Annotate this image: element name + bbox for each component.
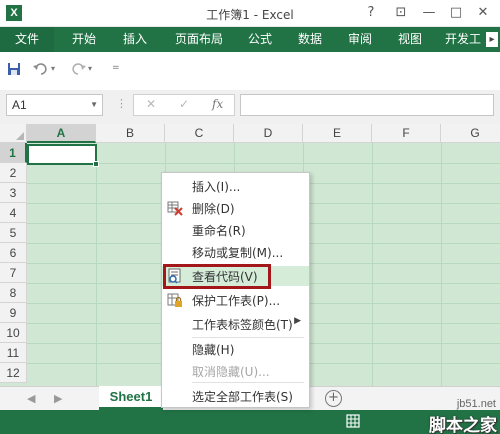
- name-box-dropdown-icon[interactable]: ▼: [90, 95, 98, 115]
- row-header-10[interactable]: 10: [0, 323, 27, 343]
- formula-input[interactable]: [240, 94, 494, 116]
- tab-data[interactable]: 数据: [288, 27, 332, 52]
- row-header-8[interactable]: 8: [0, 283, 27, 303]
- annotation-highlight-box: [163, 264, 271, 289]
- row-header-9[interactable]: 9: [0, 303, 27, 323]
- row-header-11[interactable]: 11: [0, 343, 27, 363]
- menu-item-label: 工作表标签颜色(T): [192, 318, 293, 332]
- menu-item-insert[interactable]: 插入(I)...: [162, 176, 309, 196]
- row-header-2[interactable]: 2: [0, 163, 27, 183]
- menu-item-label: 取消隐藏(U)...: [192, 365, 270, 379]
- gridline: [441, 143, 442, 386]
- minimize-button[interactable]: —: [416, 4, 442, 22]
- ribbon-display-options-button[interactable]: ⊡: [388, 4, 414, 22]
- watermark-name: 脚本之家: [429, 416, 497, 434]
- gridline: [96, 143, 97, 386]
- formula-bar: A1 ▼ ⋮ ✕ ✓ fx: [0, 90, 500, 124]
- watermark: jb51.net 脚本之家: [400, 398, 500, 434]
- tab-page-layout[interactable]: 页面布局: [166, 27, 232, 52]
- menu-item-hide[interactable]: 隐藏(H): [162, 339, 309, 359]
- row-header-3[interactable]: 3: [0, 183, 27, 203]
- menu-item-label: 插入(I)...: [192, 180, 241, 194]
- formula-bar-grip-icon[interactable]: ⋮: [116, 97, 127, 110]
- add-sheet-icon[interactable]: +: [325, 390, 342, 407]
- enter-entry-icon[interactable]: ✓: [179, 97, 189, 111]
- column-header-a[interactable]: A: [27, 124, 96, 143]
- column-header-c[interactable]: C: [165, 124, 234, 143]
- select-all-button[interactable]: [0, 124, 27, 143]
- row-header-6[interactable]: 6: [0, 243, 27, 263]
- redo-dropdown-icon[interactable]: ▾: [88, 64, 92, 73]
- menu-separator: [192, 382, 304, 383]
- undo-icon[interactable]: [33, 62, 49, 80]
- tab-file[interactable]: 文件: [0, 27, 54, 52]
- title-bar: X 工作簿1 - Excel ? ⊡ — □ ✕: [0, 0, 500, 27]
- menu-item-label: 重命名(R): [192, 224, 246, 238]
- submenu-arrow-icon: ▶: [294, 316, 301, 326]
- excel-window: X 工作簿1 - Excel ? ⊡ — □ ✕ 文件 开始 插入 页面布局 公…: [0, 0, 500, 434]
- delete-sheet-icon: [167, 200, 183, 220]
- menu-item-rename[interactable]: 重命名(R): [162, 220, 309, 240]
- row-header-12[interactable]: 12: [0, 363, 27, 383]
- column-header-d[interactable]: D: [234, 124, 303, 143]
- close-button[interactable]: ✕: [470, 4, 496, 22]
- column-header-f[interactable]: F: [372, 124, 441, 143]
- menu-item-label: 移动或复制(M)...: [192, 246, 284, 260]
- undo-dropdown-icon[interactable]: ▾: [51, 64, 55, 73]
- sheet-tab-context-menu: 插入(I)... 删除(D) 重命名(R) 移动或复制(M)... 查看代码(V…: [161, 172, 310, 408]
- gridline: [372, 143, 373, 386]
- next-sheet-icon[interactable]: ▶: [54, 392, 62, 405]
- tab-review[interactable]: 审阅: [338, 27, 382, 52]
- save-icon[interactable]: [7, 62, 21, 80]
- menu-item-label: 隐藏(H): [192, 343, 235, 357]
- column-header-b[interactable]: B: [96, 124, 165, 143]
- fill-handle[interactable]: [93, 161, 99, 167]
- row-header-5[interactable]: 5: [0, 223, 27, 243]
- tab-developer[interactable]: 开发工: [440, 27, 486, 52]
- name-box[interactable]: A1 ▼: [6, 94, 103, 116]
- menu-separator: [192, 337, 304, 338]
- formula-buttons: ✕ ✓ fx: [133, 94, 235, 116]
- sheet-tab-sheet1[interactable]: Sheet1: [99, 386, 163, 410]
- tab-view[interactable]: 视图: [388, 27, 432, 52]
- restore-button[interactable]: □: [443, 4, 469, 22]
- menu-item-label: 保护工作表(P)...: [192, 294, 281, 308]
- ribbon-scroll-right-icon[interactable]: ▸: [486, 32, 498, 47]
- column-header-e[interactable]: E: [303, 124, 372, 143]
- prev-sheet-icon[interactable]: ◀: [27, 392, 35, 405]
- menu-item-delete[interactable]: 删除(D): [162, 198, 309, 218]
- menu-item-protect-sheet[interactable]: 保护工作表(P)...: [162, 290, 309, 310]
- row-header-7[interactable]: 7: [0, 263, 27, 283]
- row-header-4[interactable]: 4: [0, 203, 27, 223]
- tab-home[interactable]: 开始: [62, 27, 106, 52]
- help-button[interactable]: ?: [358, 4, 384, 22]
- insert-function-icon[interactable]: fx: [212, 97, 223, 111]
- menu-item-tab-color[interactable]: 工作表标签颜色(T) ▶: [162, 314, 309, 334]
- tab-formulas[interactable]: 公式: [238, 27, 282, 52]
- menu-item-move-or-copy[interactable]: 移动或复制(M)...: [162, 242, 309, 262]
- redo-icon[interactable]: [70, 62, 86, 80]
- customize-qat-icon[interactable]: =: [112, 63, 120, 73]
- quick-access-toolbar: ▾ ▾ =: [0, 52, 500, 90]
- menu-item-label: 选定全部工作表(S): [192, 390, 293, 404]
- watermark-url: jb51.net: [456, 398, 496, 410]
- normal-view-icon[interactable]: [346, 414, 360, 431]
- menu-item-label: 删除(D): [192, 202, 235, 216]
- active-cell-a1[interactable]: [27, 144, 99, 167]
- tab-insert[interactable]: 插入: [113, 27, 157, 52]
- ribbon-tab-bar: 文件 开始 插入 页面布局 公式 数据 审阅 视图 开发工 ▸: [0, 27, 500, 52]
- menu-item-select-all-sheets[interactable]: 选定全部工作表(S): [162, 386, 309, 406]
- cancel-entry-icon[interactable]: ✕: [146, 97, 156, 111]
- menu-item-unhide[interactable]: 取消隐藏(U)...: [162, 361, 309, 381]
- name-box-value: A1: [12, 98, 27, 112]
- row-header-1[interactable]: 1: [0, 143, 27, 163]
- column-header-g[interactable]: G: [441, 124, 500, 143]
- protect-sheet-icon: [167, 292, 183, 312]
